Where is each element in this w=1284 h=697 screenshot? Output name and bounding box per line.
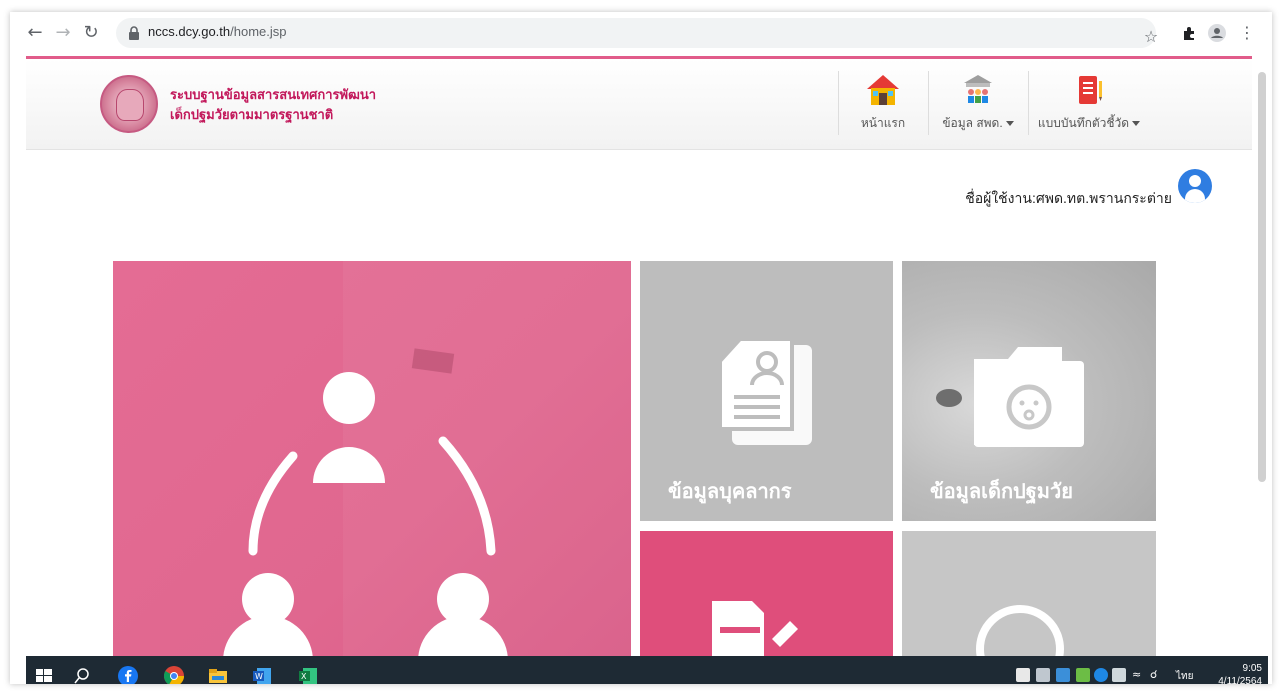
tile-children-label: ข้อมูลเด็กปฐมวัย [930, 481, 1073, 503]
menu-item-home-label: หน้าแรก [860, 116, 906, 130]
edit-document-icon [712, 601, 798, 671]
menu-item-indicator-form-label: แบบบันทึกตัวชี้วัด [1036, 114, 1142, 133]
user-avatar-icon[interactable] [1178, 169, 1212, 203]
house-icon [867, 75, 899, 105]
svg-text:W: W [255, 672, 263, 681]
reload-icon[interactable]: ↻ [80, 22, 102, 44]
windows-taskbar: W X ≈ ☌ ไทย 9:05 4/11/2564 [26, 656, 1268, 684]
menu-divider [1028, 71, 1029, 135]
kebab-menu-icon[interactable]: ⋮ [1236, 22, 1258, 44]
menu-item-center-info-label: ข้อมูล สพด. [938, 114, 1018, 133]
bluetooth-icon[interactable] [1094, 668, 1108, 682]
forward-arrow-icon[interactable]: → [52, 22, 74, 44]
tray-app-icon[interactable] [1036, 668, 1050, 682]
site-title: ระบบฐานข้อมูลสารสนเทศการพัฒนา เด็กปฐมวัย… [170, 85, 376, 125]
speaker-muted-icon[interactable]: ☌ [1150, 668, 1164, 682]
excel-icon[interactable]: X [298, 666, 318, 684]
school-people-icon [964, 75, 992, 103]
site-header: ระบบฐานข้อมูลสารสนเทศการพัฒนา เด็กปฐมวัย… [26, 59, 1252, 150]
ministry-seal-logo[interactable] [100, 75, 158, 133]
menu-item-indicator-form[interactable]: แบบบันทึกตัวชี้วัด [1036, 73, 1142, 133]
browser-toolbar: ← → ↻ nccs.dcy.go.th/home.jsp ☆ ⋮ [10, 12, 1272, 52]
url-text: nccs.dcy.go.th/home.jsp [148, 24, 287, 39]
tile-personnel-label: ข้อมูลบุคลากร [668, 481, 792, 503]
site-title-line2: เด็กปฐมวัยตามมาตรฐานชาติ [170, 107, 334, 122]
chrome-icon[interactable] [164, 666, 184, 684]
lock-icon [129, 26, 139, 40]
username-label: ชื่อผู้ใช้งาน:ศพด.ทต.พรานกระต่าย [965, 190, 1172, 206]
record-book-icon [1079, 76, 1102, 104]
wifi-icon[interactable]: ≈ [1132, 668, 1146, 682]
clock-time: 9:05 [1242, 663, 1262, 674]
page-scrollbar[interactable] [1258, 72, 1266, 482]
site-title-line1: ระบบฐานข้อมูลสารสนเทศการพัฒนา [170, 87, 377, 102]
browser-window: ← → ↻ nccs.dcy.go.th/home.jsp ☆ ⋮ ระบบฐา… [10, 12, 1272, 684]
url-path: /home.jsp [230, 24, 287, 39]
clock-date: 4/11/2564 [1218, 676, 1262, 684]
svg-text:X: X [301, 672, 307, 681]
back-arrow-icon[interactable]: ← [24, 22, 46, 44]
chevron-down-icon [1005, 121, 1014, 127]
menu-divider [928, 71, 929, 135]
profile-icon[interactable] [1206, 22, 1228, 44]
menu-item-center-info[interactable]: ข้อมูล สพด. [938, 73, 1018, 133]
people-network-icon [223, 372, 508, 661]
tile-network[interactable] [113, 261, 631, 661]
tray-app-icon[interactable] [1056, 668, 1070, 682]
battery-icon[interactable] [1112, 668, 1126, 682]
menu-divider [838, 71, 839, 135]
chevron-down-icon [1132, 121, 1141, 127]
file-explorer-icon[interactable] [208, 666, 228, 684]
extensions-icon[interactable] [1178, 22, 1200, 44]
facebook-icon[interactable] [118, 666, 138, 684]
taskbar-clock[interactable]: 9:05 4/11/2564 [1218, 662, 1262, 684]
bookmark-star-icon[interactable]: ☆ [1140, 26, 1162, 48]
input-language[interactable]: ไทย [1176, 669, 1193, 684]
address-bar[interactable]: nccs.dcy.go.th/home.jsp [116, 18, 1156, 48]
tray-app-icon[interactable] [1016, 668, 1030, 682]
tray-app-icon[interactable] [1076, 668, 1090, 682]
tile-edit-form[interactable] [640, 531, 893, 671]
search-icon[interactable] [72, 666, 92, 684]
circle-icon [976, 605, 1064, 671]
url-host: nccs.dcy.go.th [148, 24, 231, 39]
tile-children[interactable]: ข้อมูลเด็กปฐมวัย [902, 261, 1156, 521]
windows-start-icon[interactable] [34, 666, 54, 684]
tile-personnel[interactable]: ข้อมูลบุคลากร [640, 261, 893, 521]
word-icon[interactable]: W [252, 666, 272, 684]
tile-other[interactable] [902, 531, 1156, 671]
menu-item-home[interactable]: หน้าแรก [852, 73, 914, 133]
